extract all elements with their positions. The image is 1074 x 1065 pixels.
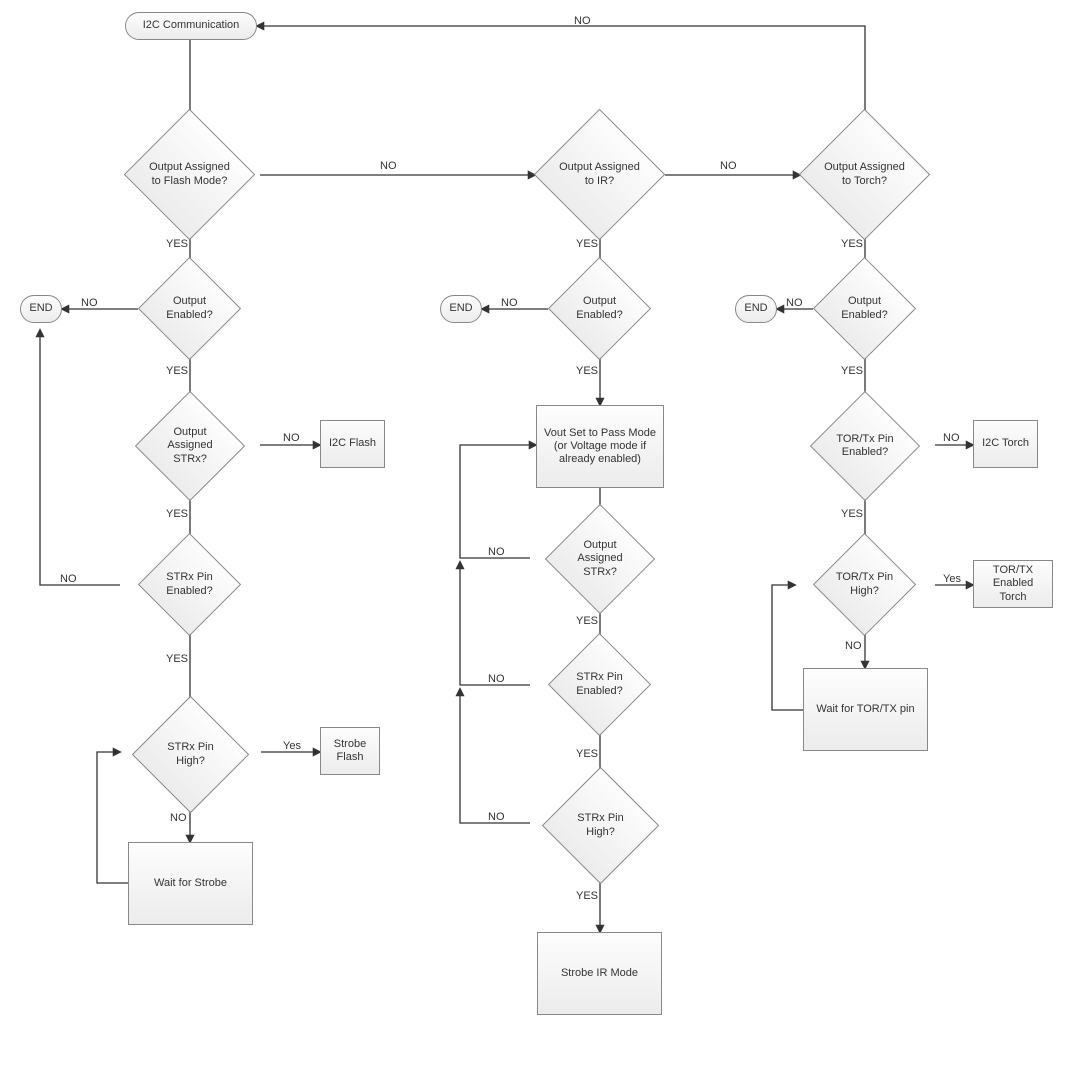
end-label: END <box>449 302 472 315</box>
process-label: Wait for Strobe <box>154 877 227 890</box>
decision-strx-ir: Output Assigned STRx? <box>561 520 639 598</box>
end-label: END <box>744 302 767 315</box>
decision-flash: Output Assigned to Flash Mode? <box>143 128 236 221</box>
decision-high-ir: STRx Pin High? <box>559 784 642 867</box>
decision-label: Output Assigned to Torch? <box>822 161 907 187</box>
edge-label: NO <box>720 160 737 172</box>
decision-high-flash: STRx Pin High? <box>149 713 232 796</box>
process-strobe-ir: Strobe IR Mode <box>537 932 662 1015</box>
decision-label: Output Enabled? <box>832 295 897 321</box>
edge-label: YES <box>166 238 188 250</box>
end-node-torch: END <box>735 295 777 323</box>
decision-ir: Output Assigned to IR? <box>553 128 646 221</box>
decision-label: Output Assigned to Flash Mode? <box>147 161 232 187</box>
decision-torch: Output Assigned to Torch? <box>818 128 911 221</box>
edge-label: YES <box>841 508 863 520</box>
edge-label: YES <box>166 653 188 665</box>
start-label: I2C Communication <box>143 19 240 32</box>
process-label: Wait for TOR/TX pin <box>816 703 914 716</box>
decision-enabled-torch: Output Enabled? <box>828 272 901 345</box>
decision-label: STRx Pin High? <box>153 741 228 767</box>
decision-label: STRx Pin High? <box>563 812 638 838</box>
decision-strx-flash: Output Assigned STRx? <box>151 407 229 485</box>
end-label: END <box>29 302 52 315</box>
decision-enabled-ir: Output Enabled? <box>563 272 636 345</box>
process-tor-enabled-torch: TOR/TX Enabled Torch <box>973 560 1053 608</box>
process-strobe-flash: Strobe Flash <box>320 727 380 775</box>
edge-label: YES <box>166 365 188 377</box>
decision-tor-high: TOR/Tx Pin High? <box>828 548 901 621</box>
process-label: I2C Torch <box>982 437 1029 450</box>
edge-label: NO <box>488 673 505 685</box>
decision-label: STRx Pin Enabled? <box>157 571 222 597</box>
edge-label: YES <box>841 365 863 377</box>
decision-label: Output Assigned STRx? <box>155 426 225 466</box>
decision-label: Output Assigned to IR? <box>557 161 642 187</box>
edge-label: NO <box>845 640 862 652</box>
start-node: I2C Communication <box>125 12 257 40</box>
end-node-ir: END <box>440 295 482 323</box>
edge-label: NO <box>60 573 77 585</box>
edge-label: YES <box>841 238 863 250</box>
decision-label: TOR/Tx Pin Enabled? <box>830 433 900 459</box>
edge-label: NO <box>380 160 397 172</box>
process-label: TOR/TX Enabled Torch <box>978 564 1048 604</box>
edge-label: NO <box>488 546 505 558</box>
edge-label: YES <box>576 748 598 760</box>
decision-enabled-flash: Output Enabled? <box>153 272 226 345</box>
decision-label: TOR/Tx Pin High? <box>832 571 897 597</box>
edge-label: NO <box>283 432 300 444</box>
process-label: Vout Set to Pass Mode (or Voltage mode i… <box>541 427 659 467</box>
process-vout: Vout Set to Pass Mode (or Voltage mode i… <box>536 405 664 488</box>
process-wait-strobe: Wait for Strobe <box>128 842 253 925</box>
edge-label: YES <box>576 238 598 250</box>
decision-pin-ir: STRx Pin Enabled? <box>563 648 636 721</box>
edge-label: YES <box>576 365 598 377</box>
end-node-flash: END <box>20 295 62 323</box>
edge-label: NO <box>170 812 187 824</box>
decision-tor-enabled: TOR/Tx Pin Enabled? <box>826 407 904 485</box>
decision-label: Output Enabled? <box>157 295 222 321</box>
edge-label: NO <box>501 297 518 309</box>
process-label: Strobe IR Mode <box>561 967 638 980</box>
process-label: Strobe Flash <box>325 738 375 764</box>
edge-label: NO <box>943 432 960 444</box>
edge-label: NO <box>81 297 98 309</box>
process-i2c-torch: I2C Torch <box>973 420 1038 468</box>
edge-label: NO <box>488 811 505 823</box>
decision-label: STRx Pin Enabled? <box>567 671 632 697</box>
process-label: I2C Flash <box>329 437 376 450</box>
edge-label: YES <box>576 890 598 902</box>
process-wait-tor: Wait for TOR/TX pin <box>803 668 928 751</box>
decision-label: Output Enabled? <box>567 295 632 321</box>
edge-label: YES <box>166 508 188 520</box>
edge-label: Yes <box>943 573 961 585</box>
decision-label: Output Assigned STRx? <box>565 539 635 579</box>
edge-label: YES <box>576 615 598 627</box>
process-i2c-flash: I2C Flash <box>320 420 385 468</box>
edge-label: Yes <box>283 740 301 752</box>
edge-label: NO <box>574 15 591 27</box>
edge-label: NO <box>786 297 803 309</box>
decision-pin-flash: STRx Pin Enabled? <box>153 548 226 621</box>
